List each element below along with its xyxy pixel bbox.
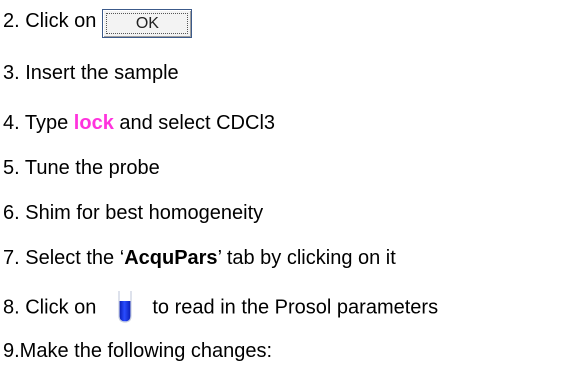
instruction-steps: 2. Click on OK 3. Insert the sample 4. Ty… [0, 0, 586, 374]
step-8: 8. Click on to read in the Prosol parame… [3, 291, 438, 325]
step-4-prefix: 4. Type [3, 112, 74, 134]
step-9-text: 9.Make the following changes: [3, 340, 273, 362]
ok-button-label: OK [106, 13, 189, 34]
step-4: 4. Type lock and select CDCl3 [3, 111, 275, 135]
sample-tube-icon[interactable] [108, 289, 142, 323]
ok-button[interactable]: OK [102, 9, 193, 38]
step-3-text: 3. Insert the sample [3, 62, 179, 84]
step-7-suffix: ’ tab by clicking on it [217, 247, 396, 269]
step-4-suffix: and select CDCl3 [113, 112, 276, 134]
step-2-text: 2. Click on [3, 9, 97, 32]
step-6: 6. Shim for best homogeneity [3, 201, 263, 225]
step-8-prefix: 8. Click on [3, 296, 97, 319]
step-6-text: 6. Shim for best homogeneity [3, 202, 264, 224]
acqupars-tab-name: AcquPars [124, 247, 218, 269]
step-9: 9.Make the following changes: [3, 339, 272, 363]
step-7-prefix: 7. Select the ‘ [3, 247, 125, 269]
step-5-text: 5. Tune the probe [3, 157, 160, 179]
step-2: 2. Click on OK [3, 7, 193, 38]
step-5: 5. Tune the probe [3, 156, 160, 180]
lock-command-keyword: lock [73, 112, 114, 134]
step-7: 7. Select the ‘AcquPars’ tab by clicking… [3, 246, 396, 270]
step-3: 3. Insert the sample [3, 61, 179, 85]
sample-tube-icon-svg [118, 291, 132, 323]
step-8-suffix: to read in the Prosol parameters [152, 296, 439, 319]
